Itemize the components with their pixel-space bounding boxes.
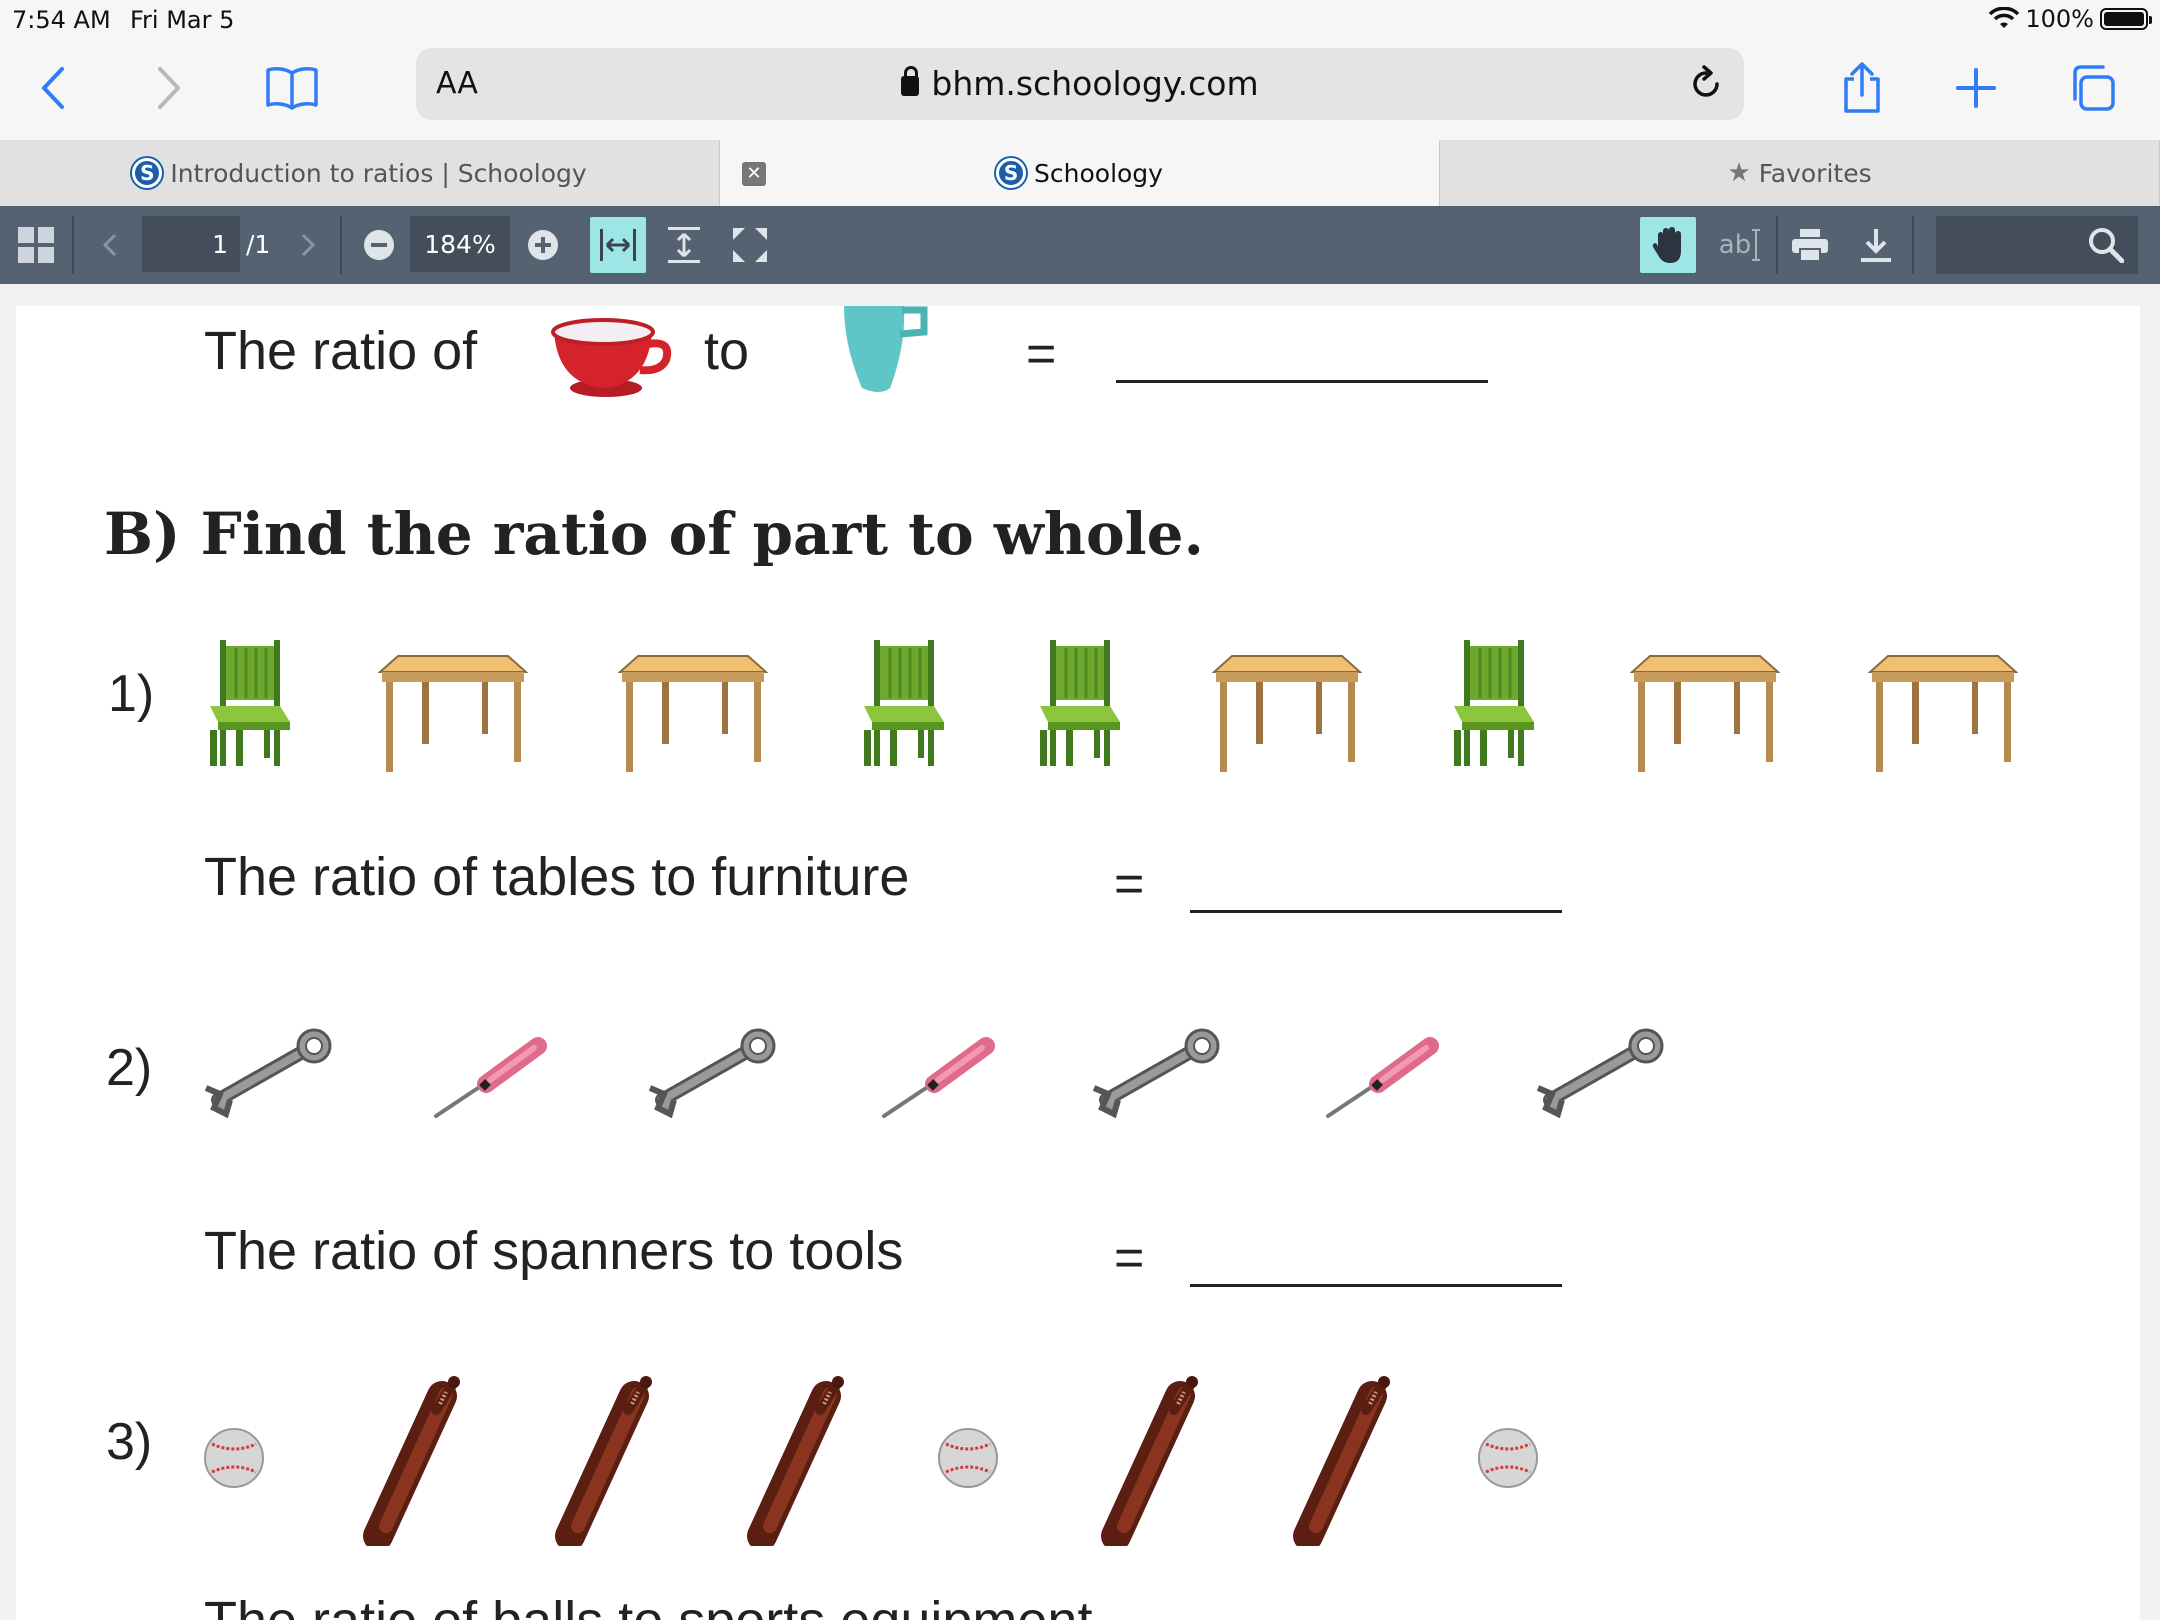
page-total: /1 (246, 230, 271, 259)
tab-label: Introduction to ratios | Schoology (170, 158, 587, 188)
question-2-text: The ratio of spanners to tools (204, 1221, 904, 1281)
question-1-text: The ratio of tables to furniture (204, 847, 910, 907)
zoom-in-icon[interactable] (526, 222, 560, 268)
hand-tool-icon[interactable] (1640, 217, 1696, 273)
tab-schoology[interactable]: ✕ S Schoology (720, 140, 1440, 206)
address-bar[interactable]: AA bhm.schoology.com (416, 48, 1744, 120)
search-icon[interactable] (2086, 222, 2126, 268)
q3-bat-icon (740, 1376, 850, 1551)
q3-bat-icon (1094, 1376, 1204, 1551)
q2-screwdriver-icon (1322, 1032, 1442, 1126)
q3-bat-icon (1286, 1376, 1396, 1551)
schoology-icon: S (132, 158, 163, 188)
status-right: 100% (1989, 5, 2152, 33)
download-icon[interactable] (1856, 222, 1896, 268)
q3-bat-icon (548, 1376, 658, 1551)
tab-favorites[interactable]: ★ Favorites (1440, 140, 2160, 206)
share-icon[interactable] (1832, 58, 1892, 118)
status-bar: 7:54 AM Fri Mar 5 100% (0, 0, 2160, 40)
answer-blank-2 (1190, 1284, 1562, 1287)
q2-spanner-icon (646, 1028, 786, 1122)
q1-chair-icon (1030, 636, 1130, 770)
question-3-number: 3) (106, 1413, 153, 1471)
answer-blank-1 (1190, 910, 1562, 913)
ratio-label: The ratio of (204, 321, 478, 381)
forward-icon[interactable] (138, 58, 198, 118)
zoom-out-icon[interactable] (362, 222, 396, 268)
equals-sign: = (1114, 1229, 1145, 1287)
bookmarks-icon[interactable] (262, 58, 322, 118)
q1-table-icon (1867, 646, 2019, 780)
fit-width-icon[interactable] (590, 217, 646, 273)
page-number-input[interactable]: 1 (142, 216, 240, 272)
q3-ball-icon (1476, 1426, 1540, 1494)
battery-percent: 100% (2025, 5, 2094, 33)
fullscreen-icon[interactable] (728, 222, 772, 268)
wifi-icon (1989, 7, 2020, 28)
tab-bar: S Introduction to ratios | Schoology ✕ S… (0, 140, 2160, 206)
battery-icon (2100, 8, 2152, 30)
question-1-number: 1) (108, 665, 155, 723)
lock-icon (901, 66, 920, 96)
q2-spanner-icon (1534, 1028, 1674, 1122)
url-text: bhm.schoology.com (416, 64, 1744, 103)
q1-chair-icon (854, 636, 954, 770)
q1-chair-icon (1444, 636, 1544, 770)
q2-spanner-icon (202, 1028, 342, 1122)
close-tab-icon[interactable]: ✕ (742, 162, 766, 186)
q3-ball-icon (936, 1426, 1000, 1494)
zoom-level-input[interactable]: 184% (410, 216, 510, 272)
q1-chair-icon (200, 636, 300, 770)
q2-screwdriver-icon (430, 1032, 550, 1126)
q1-table-icon (377, 646, 529, 780)
q3-ball-icon (202, 1426, 266, 1494)
question-3-text: The ratio of balls to sports equipment (204, 1590, 1092, 1620)
thumbnails-icon[interactable] (18, 222, 54, 268)
print-icon[interactable] (1790, 222, 1830, 268)
q2-screwdriver-icon (878, 1032, 998, 1126)
tab-introduction-to-ratios[interactable]: S Introduction to ratios | Schoology (0, 140, 720, 206)
red-cup-icon (551, 318, 672, 397)
answer-blank (1116, 380, 1488, 383)
q1-table-icon (1211, 646, 1363, 780)
schoology-icon: S (996, 158, 1027, 188)
text-select-tool[interactable]: ab (1712, 222, 1768, 268)
to-label: to (704, 321, 750, 381)
next-page-icon[interactable] (298, 222, 318, 268)
reload-icon[interactable] (1686, 64, 1726, 108)
q3-bat-icon (356, 1376, 466, 1551)
tab-label: Favorites (1758, 158, 1872, 188)
section-b-heading: B) Find the ratio of part to whole. (104, 500, 1204, 568)
tab-label: Schoology (1034, 158, 1163, 188)
browser-toolbar: AA bhm.schoology.com (0, 40, 2160, 140)
prev-page-icon[interactable] (100, 222, 120, 268)
fit-height-icon[interactable] (662, 222, 706, 268)
q1-table-icon (617, 646, 769, 780)
equals-sign: = (1114, 855, 1145, 913)
pdf-page: The ratio of to = B) Find the ratio of p… (16, 306, 2140, 1620)
teal-mug-icon (844, 306, 928, 392)
status-date: Fri Mar 5 (130, 6, 235, 34)
q1-table-icon (1629, 646, 1781, 780)
star-icon: ★ (1727, 158, 1751, 188)
back-icon[interactable] (24, 58, 84, 118)
new-tab-icon[interactable] (1946, 58, 2006, 118)
q2-spanner-icon (1090, 1028, 1230, 1122)
question-2-number: 2) (106, 1039, 153, 1097)
tabs-overview-icon[interactable] (2062, 58, 2122, 118)
pdf-toolbar: 1 /1 184% ab (0, 206, 2160, 284)
equals-sign: = (1026, 325, 1057, 383)
status-time: 7:54 AM (12, 6, 111, 34)
